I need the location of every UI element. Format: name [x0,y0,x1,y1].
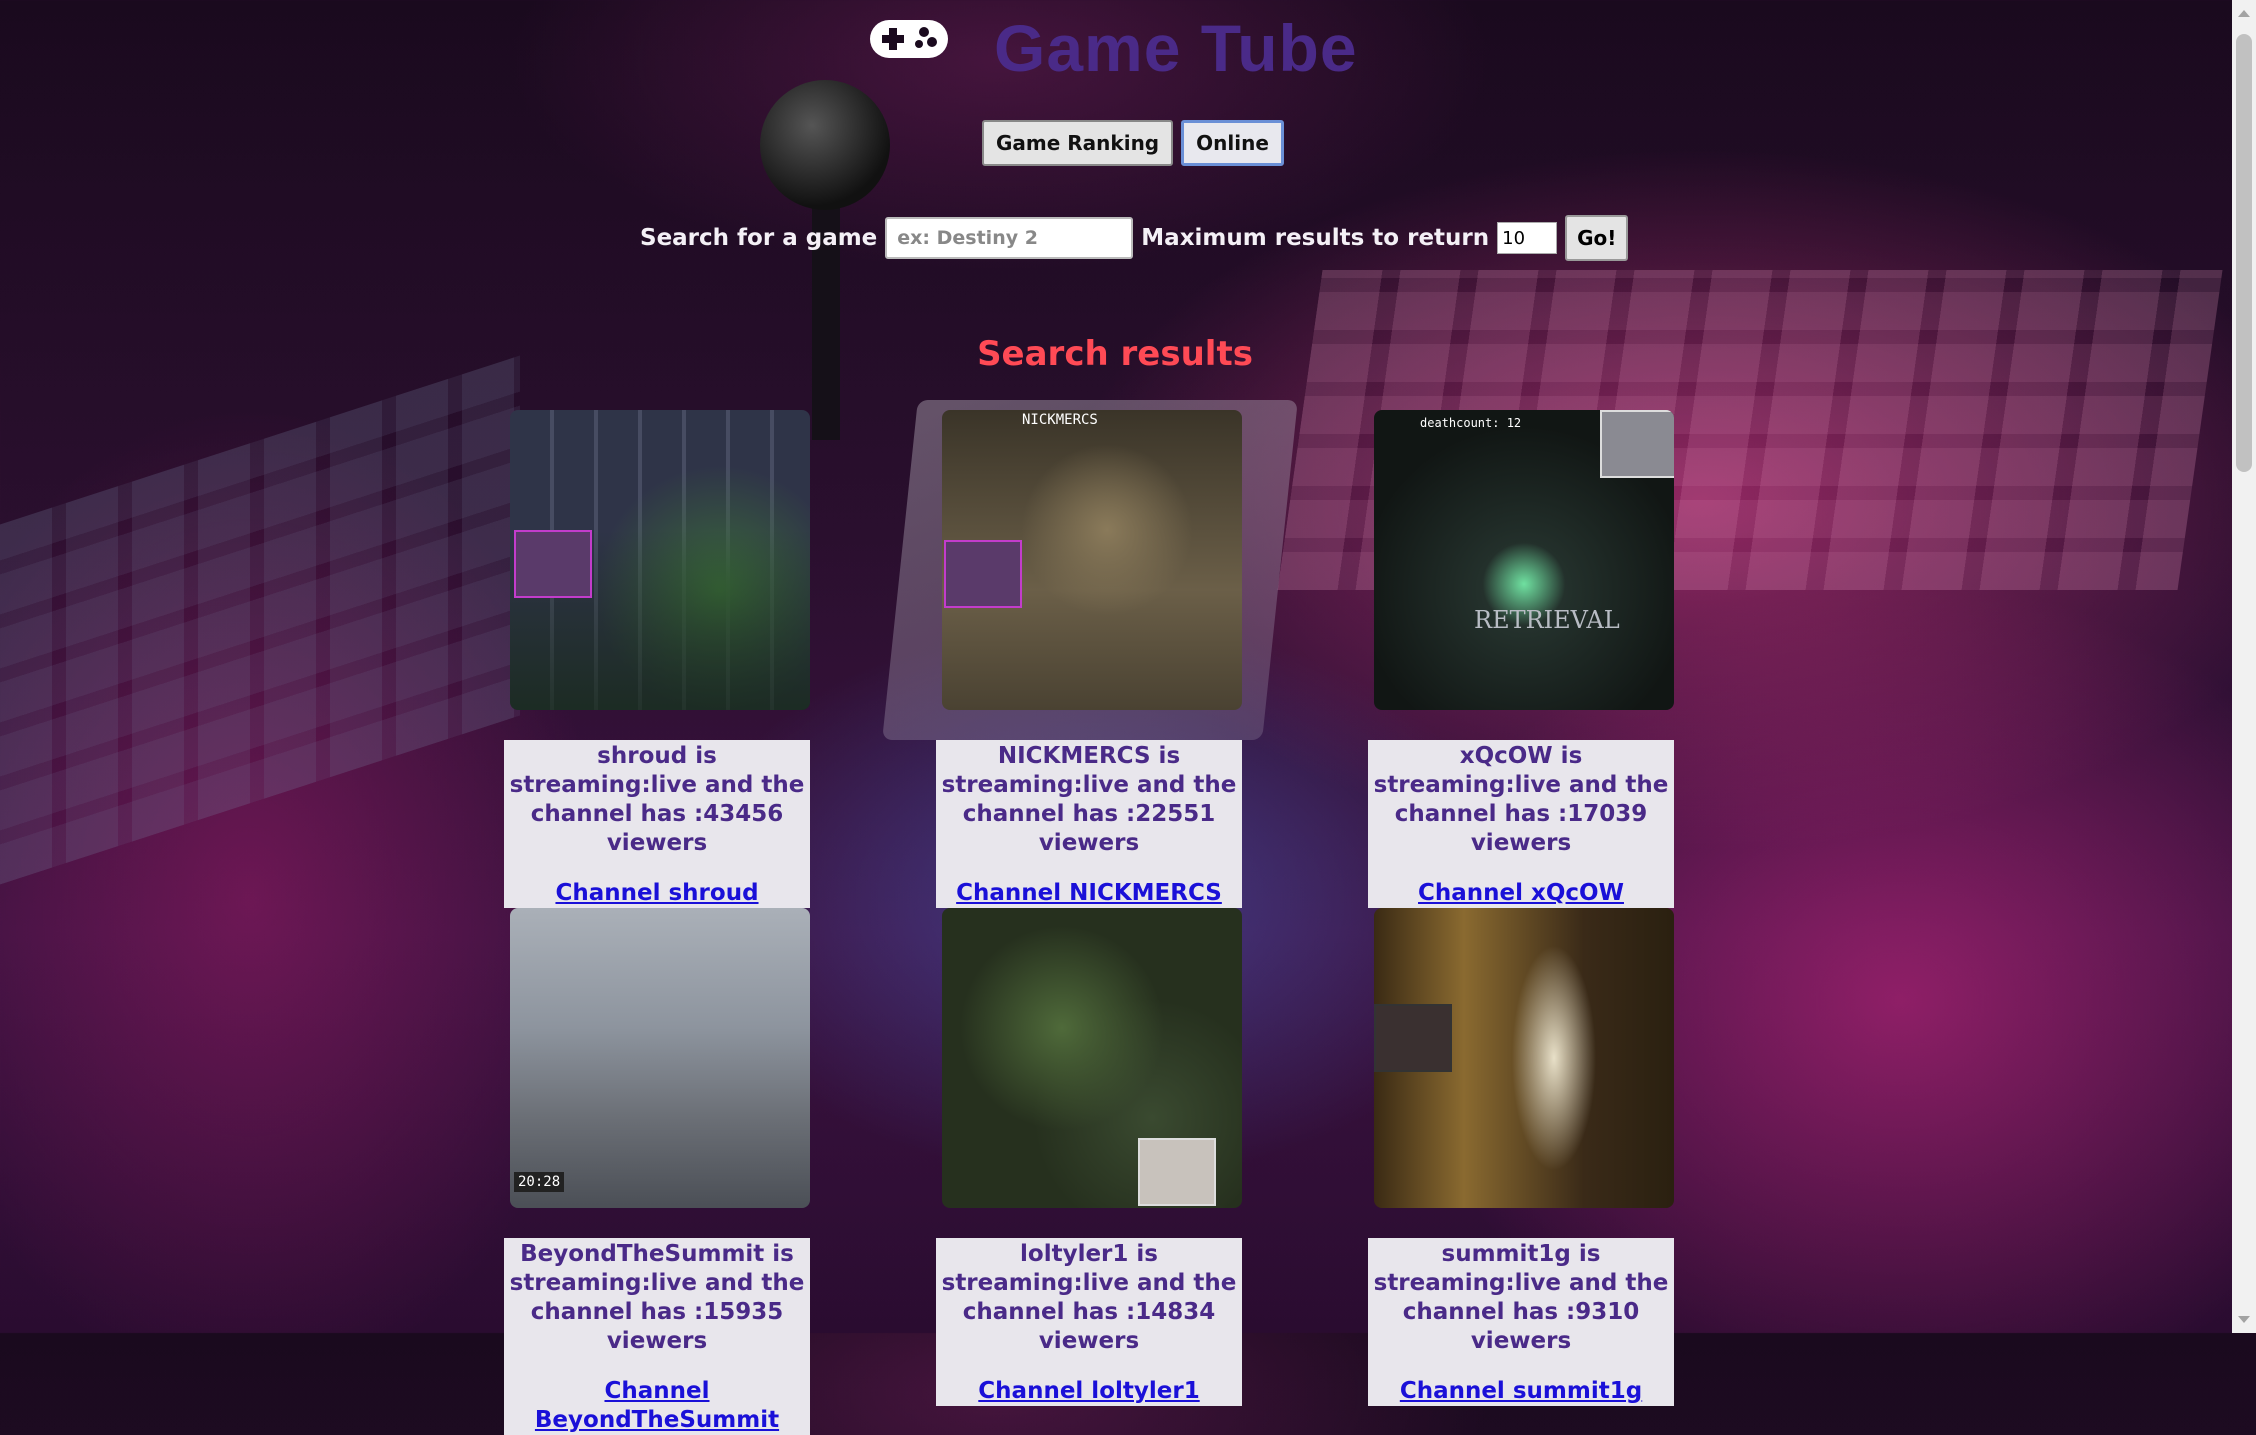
stream-status-text: NICKMERCS is streaming:live and the chan… [941,743,1237,856]
channel-link[interactable]: Channel BeyondTheSummit [506,1377,808,1435]
max-results-label: Maximum results to return [1141,225,1490,251]
stream-thumbnail[interactable] [1374,908,1674,1208]
stream-thumbnail[interactable] [942,908,1242,1208]
result-info: xQcOW is streaming:live and the channel … [1368,740,1674,908]
channel-link[interactable]: Channel NICKMERCS [938,879,1240,908]
result-info: loltyler1 is streaming:live and the chan… [936,1238,1242,1406]
webcam-overlay [514,530,592,598]
nav-tabs: Game Ranking Online [982,120,1284,166]
webcam-overlay [1374,1004,1452,1072]
channel-link[interactable]: Channel summit1g [1370,1377,1672,1406]
vertical-scrollbar[interactable] [2232,0,2256,1333]
search-form: Search for a game Maximum results to ret… [640,212,1629,264]
stream-status-text: BeyondTheSummit is streaming:live and th… [509,1241,805,1354]
scroll-up-arrow-icon[interactable] [2238,10,2250,17]
results-title: Search results [977,334,1253,374]
game-ranking-button[interactable]: Game Ranking [982,120,1174,166]
online-button[interactable]: Online [1181,120,1284,166]
webcam-overlay [1600,410,1674,478]
scroll-down-arrow-icon[interactable] [2238,1316,2250,1323]
app-title: Game Tube [994,11,1358,85]
stream-status-text: summit1g is streaming:live and the chann… [1373,1241,1669,1354]
channel-link[interactable]: Channel loltyler1 [938,1377,1240,1406]
webcam-overlay [944,540,1022,608]
result-info: BeyondTheSummit is streaming:live and th… [504,1238,810,1435]
bg-keyboard-left [0,355,520,885]
game-search-input[interactable] [885,217,1134,259]
stream-status-text: xQcOW is streaming:live and the channel … [1373,743,1669,856]
channel-link[interactable]: Channel shroud [506,879,808,908]
thumbnail-hud-text: deathcount: 12 [1420,416,1522,430]
result-info: NICKMERCS is streaming:live and the chan… [936,740,1242,908]
stream-thumbnail[interactable]: deathcount: 12 RETRIEVAL [1374,410,1674,710]
max-results-input[interactable] [1497,222,1558,254]
result-info: shroud is streaming:live and the channel… [504,740,810,908]
stream-status-text: shroud is streaming:live and the channel… [509,743,805,856]
channel-link[interactable]: Channel xQcOW [1370,879,1672,908]
scrollbar-thumb[interactable] [2236,34,2252,472]
game-search-label: Search for a game [640,225,878,251]
go-button[interactable]: Go! [1565,215,1629,261]
stream-thumbnail[interactable]: NICKMERCS [942,410,1242,710]
stream-status-text: loltyler1 is streaming:live and the chan… [941,1241,1237,1354]
result-info: summit1g is streaming:live and the chann… [1368,1238,1674,1406]
thumbnail-tag: NICKMERCS [1022,412,1098,428]
stream-thumbnail[interactable] [510,410,810,710]
gamepad-icon [870,20,948,58]
webcam-overlay [1138,1138,1216,1206]
stream-thumbnail[interactable]: 20:28 [510,908,810,1208]
thumbnail-caption: RETRIEVAL [1474,606,1620,634]
thumbnail-timer: 20:28 [514,1172,565,1192]
header: Game Tube [0,0,2256,120]
